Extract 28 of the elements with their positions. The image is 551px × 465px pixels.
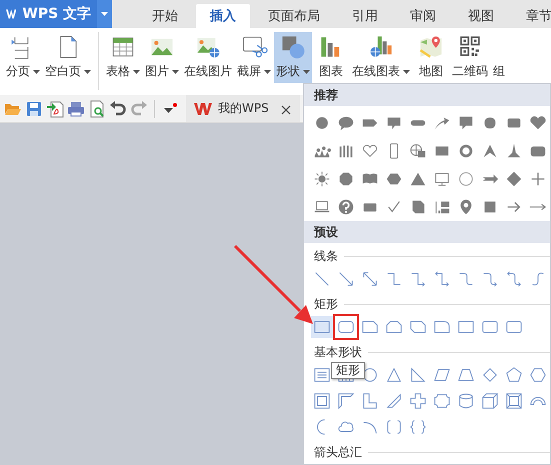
- ribbon-tab[interactable]: 引用: [338, 4, 392, 28]
- ribbon-button[interactable]: 地图: [413, 32, 449, 83]
- ribbon-button[interactable]: 在线图片: [182, 32, 234, 83]
- group-label: 箭头总汇: [314, 444, 362, 461]
- ribbon-tab[interactable]: 视图: [454, 4, 508, 28]
- tooltip: 矩形: [331, 362, 365, 379]
- section-header: 预设: [304, 221, 550, 243]
- group-label: 线条: [314, 248, 338, 265]
- ribbon-tab[interactable]: 审阅: [396, 4, 450, 28]
- ribbon-tab[interactable]: 开始: [138, 4, 192, 28]
- ribbon-tab[interactable]: 页面布局: [254, 4, 334, 28]
- group-label: 基本形状: [314, 344, 362, 361]
- ribbon-button[interactable]: 在线图表: [350, 32, 412, 83]
- ribbon-button[interactable]: 空白页: [43, 32, 93, 83]
- ribbon-button[interactable]: 图片: [143, 32, 181, 83]
- tab-title: 我的WPS: [218, 100, 270, 117]
- document-tab[interactable]: 我的WPS: [186, 95, 300, 122]
- ribbon-button[interactable]: 表格: [104, 32, 142, 83]
- ribbon-button[interactable]: 分页: [4, 32, 42, 83]
- ribbon-button[interactable]: 截屏: [235, 32, 273, 83]
- section-header: 推荐: [304, 84, 550, 106]
- ribbon-button[interactable]: 形状: [274, 32, 312, 83]
- ribbon-button[interactable]: 图表: [313, 32, 349, 83]
- group-label: 矩形: [314, 296, 338, 313]
- app-menu-button[interactable]: WPS 文字: [0, 0, 112, 28]
- ribbon-button[interactable]: 二维码: [450, 32, 490, 83]
- ribbon-tab[interactable]: 插入: [196, 4, 250, 28]
- ribbon-button[interactable]: 组: [491, 32, 507, 83]
